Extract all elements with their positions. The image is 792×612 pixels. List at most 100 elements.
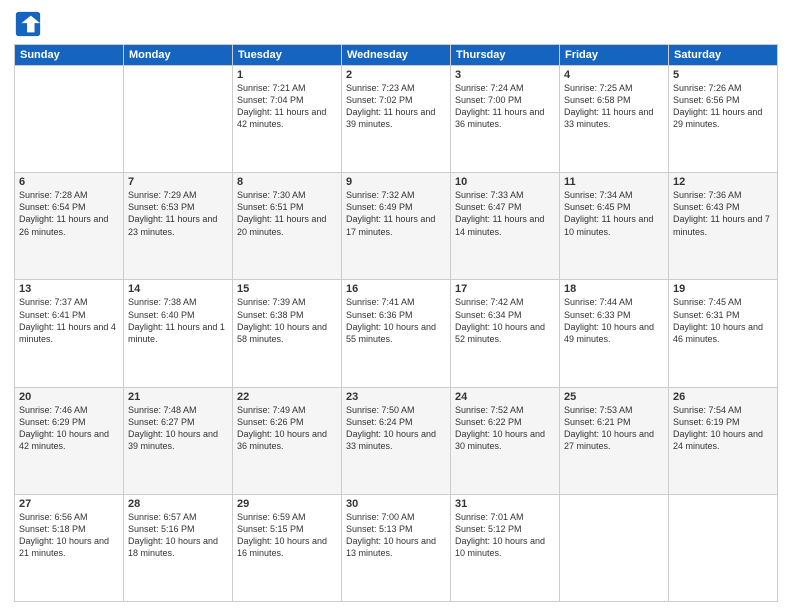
day-header-thursday: Thursday xyxy=(451,45,560,66)
day-content: Sunrise: 7:33 AM Sunset: 6:47 PM Dayligh… xyxy=(455,189,555,238)
day-number: 31 xyxy=(455,498,555,510)
day-content: Sunrise: 7:53 AM Sunset: 6:21 PM Dayligh… xyxy=(564,404,664,453)
day-cell-25: 25Sunrise: 7:53 AM Sunset: 6:21 PM Dayli… xyxy=(560,387,669,494)
day-content: Sunrise: 7:26 AM Sunset: 6:56 PM Dayligh… xyxy=(673,82,773,131)
day-cell-21: 21Sunrise: 7:48 AM Sunset: 6:27 PM Dayli… xyxy=(124,387,233,494)
day-number: 22 xyxy=(237,391,337,403)
day-content: Sunrise: 7:34 AM Sunset: 6:45 PM Dayligh… xyxy=(564,189,664,238)
empty-cell xyxy=(124,66,233,173)
day-cell-20: 20Sunrise: 7:46 AM Sunset: 6:29 PM Dayli… xyxy=(15,387,124,494)
day-cell-27: 27Sunrise: 6:56 AM Sunset: 5:18 PM Dayli… xyxy=(15,494,124,601)
day-header-monday: Monday xyxy=(124,45,233,66)
day-content: Sunrise: 7:38 AM Sunset: 6:40 PM Dayligh… xyxy=(128,296,228,345)
day-number: 23 xyxy=(346,391,446,403)
week-row-1: 1Sunrise: 7:21 AM Sunset: 7:04 PM Daylig… xyxy=(15,66,778,173)
day-number: 20 xyxy=(19,391,119,403)
day-number: 28 xyxy=(128,498,228,510)
day-number: 26 xyxy=(673,391,773,403)
day-cell-19: 19Sunrise: 7:45 AM Sunset: 6:31 PM Dayli… xyxy=(669,280,778,387)
day-cell-17: 17Sunrise: 7:42 AM Sunset: 6:34 PM Dayli… xyxy=(451,280,560,387)
empty-cell xyxy=(560,494,669,601)
day-content: Sunrise: 7:24 AM Sunset: 7:00 PM Dayligh… xyxy=(455,82,555,131)
day-header-wednesday: Wednesday xyxy=(342,45,451,66)
day-content: Sunrise: 6:59 AM Sunset: 5:15 PM Dayligh… xyxy=(237,511,337,560)
day-content: Sunrise: 7:00 AM Sunset: 5:13 PM Dayligh… xyxy=(346,511,446,560)
day-content: Sunrise: 7:44 AM Sunset: 6:33 PM Dayligh… xyxy=(564,296,664,345)
day-cell-7: 7Sunrise: 7:29 AM Sunset: 6:53 PM Daylig… xyxy=(124,173,233,280)
day-content: Sunrise: 7:21 AM Sunset: 7:04 PM Dayligh… xyxy=(237,82,337,131)
day-content: Sunrise: 7:32 AM Sunset: 6:49 PM Dayligh… xyxy=(346,189,446,238)
logo-icon xyxy=(14,10,42,38)
day-cell-10: 10Sunrise: 7:33 AM Sunset: 6:47 PM Dayli… xyxy=(451,173,560,280)
day-number: 21 xyxy=(128,391,228,403)
day-number: 17 xyxy=(455,283,555,295)
day-cell-24: 24Sunrise: 7:52 AM Sunset: 6:22 PM Dayli… xyxy=(451,387,560,494)
day-number: 12 xyxy=(673,176,773,188)
day-number: 3 xyxy=(455,69,555,81)
day-number: 13 xyxy=(19,283,119,295)
day-number: 16 xyxy=(346,283,446,295)
header xyxy=(14,10,778,38)
day-cell-22: 22Sunrise: 7:49 AM Sunset: 6:26 PM Dayli… xyxy=(233,387,342,494)
day-content: Sunrise: 7:28 AM Sunset: 6:54 PM Dayligh… xyxy=(19,189,119,238)
day-header-saturday: Saturday xyxy=(669,45,778,66)
day-number: 19 xyxy=(673,283,773,295)
day-cell-31: 31Sunrise: 7:01 AM Sunset: 5:12 PM Dayli… xyxy=(451,494,560,601)
day-number: 7 xyxy=(128,176,228,188)
day-cell-29: 29Sunrise: 6:59 AM Sunset: 5:15 PM Dayli… xyxy=(233,494,342,601)
day-header-friday: Friday xyxy=(560,45,669,66)
day-number: 8 xyxy=(237,176,337,188)
day-cell-26: 26Sunrise: 7:54 AM Sunset: 6:19 PM Dayli… xyxy=(669,387,778,494)
day-number: 30 xyxy=(346,498,446,510)
day-number: 29 xyxy=(237,498,337,510)
day-cell-3: 3Sunrise: 7:24 AM Sunset: 7:00 PM Daylig… xyxy=(451,66,560,173)
day-content: Sunrise: 7:52 AM Sunset: 6:22 PM Dayligh… xyxy=(455,404,555,453)
day-cell-1: 1Sunrise: 7:21 AM Sunset: 7:04 PM Daylig… xyxy=(233,66,342,173)
day-cell-12: 12Sunrise: 7:36 AM Sunset: 6:43 PM Dayli… xyxy=(669,173,778,280)
week-row-4: 20Sunrise: 7:46 AM Sunset: 6:29 PM Dayli… xyxy=(15,387,778,494)
day-content: Sunrise: 7:30 AM Sunset: 6:51 PM Dayligh… xyxy=(237,189,337,238)
day-number: 15 xyxy=(237,283,337,295)
day-number: 24 xyxy=(455,391,555,403)
day-content: Sunrise: 7:50 AM Sunset: 6:24 PM Dayligh… xyxy=(346,404,446,453)
day-content: Sunrise: 7:01 AM Sunset: 5:12 PM Dayligh… xyxy=(455,511,555,560)
day-number: 5 xyxy=(673,69,773,81)
day-cell-2: 2Sunrise: 7:23 AM Sunset: 7:02 PM Daylig… xyxy=(342,66,451,173)
day-content: Sunrise: 7:49 AM Sunset: 6:26 PM Dayligh… xyxy=(237,404,337,453)
empty-cell xyxy=(669,494,778,601)
day-cell-9: 9Sunrise: 7:32 AM Sunset: 6:49 PM Daylig… xyxy=(342,173,451,280)
week-row-5: 27Sunrise: 6:56 AM Sunset: 5:18 PM Dayli… xyxy=(15,494,778,601)
day-number: 2 xyxy=(346,69,446,81)
day-cell-13: 13Sunrise: 7:37 AM Sunset: 6:41 PM Dayli… xyxy=(15,280,124,387)
day-number: 4 xyxy=(564,69,664,81)
day-number: 14 xyxy=(128,283,228,295)
day-cell-16: 16Sunrise: 7:41 AM Sunset: 6:36 PM Dayli… xyxy=(342,280,451,387)
day-header-tuesday: Tuesday xyxy=(233,45,342,66)
empty-cell xyxy=(15,66,124,173)
day-content: Sunrise: 6:56 AM Sunset: 5:18 PM Dayligh… xyxy=(19,511,119,560)
day-content: Sunrise: 7:45 AM Sunset: 6:31 PM Dayligh… xyxy=(673,296,773,345)
day-cell-8: 8Sunrise: 7:30 AM Sunset: 6:51 PM Daylig… xyxy=(233,173,342,280)
days-header-row: SundayMondayTuesdayWednesdayThursdayFrid… xyxy=(15,45,778,66)
day-number: 6 xyxy=(19,176,119,188)
day-number: 11 xyxy=(564,176,664,188)
day-cell-28: 28Sunrise: 6:57 AM Sunset: 5:16 PM Dayli… xyxy=(124,494,233,601)
day-cell-14: 14Sunrise: 7:38 AM Sunset: 6:40 PM Dayli… xyxy=(124,280,233,387)
day-cell-11: 11Sunrise: 7:34 AM Sunset: 6:45 PM Dayli… xyxy=(560,173,669,280)
day-header-sunday: Sunday xyxy=(15,45,124,66)
day-number: 27 xyxy=(19,498,119,510)
calendar-table: SundayMondayTuesdayWednesdayThursdayFrid… xyxy=(14,44,778,602)
day-number: 25 xyxy=(564,391,664,403)
week-row-3: 13Sunrise: 7:37 AM Sunset: 6:41 PM Dayli… xyxy=(15,280,778,387)
day-cell-23: 23Sunrise: 7:50 AM Sunset: 6:24 PM Dayli… xyxy=(342,387,451,494)
day-content: Sunrise: 7:48 AM Sunset: 6:27 PM Dayligh… xyxy=(128,404,228,453)
day-content: Sunrise: 7:37 AM Sunset: 6:41 PM Dayligh… xyxy=(19,296,119,345)
day-content: Sunrise: 7:23 AM Sunset: 7:02 PM Dayligh… xyxy=(346,82,446,131)
day-number: 10 xyxy=(455,176,555,188)
day-cell-15: 15Sunrise: 7:39 AM Sunset: 6:38 PM Dayli… xyxy=(233,280,342,387)
day-cell-4: 4Sunrise: 7:25 AM Sunset: 6:58 PM Daylig… xyxy=(560,66,669,173)
day-cell-18: 18Sunrise: 7:44 AM Sunset: 6:33 PM Dayli… xyxy=(560,280,669,387)
day-content: Sunrise: 7:41 AM Sunset: 6:36 PM Dayligh… xyxy=(346,296,446,345)
day-cell-5: 5Sunrise: 7:26 AM Sunset: 6:56 PM Daylig… xyxy=(669,66,778,173)
day-content: Sunrise: 7:36 AM Sunset: 6:43 PM Dayligh… xyxy=(673,189,773,238)
